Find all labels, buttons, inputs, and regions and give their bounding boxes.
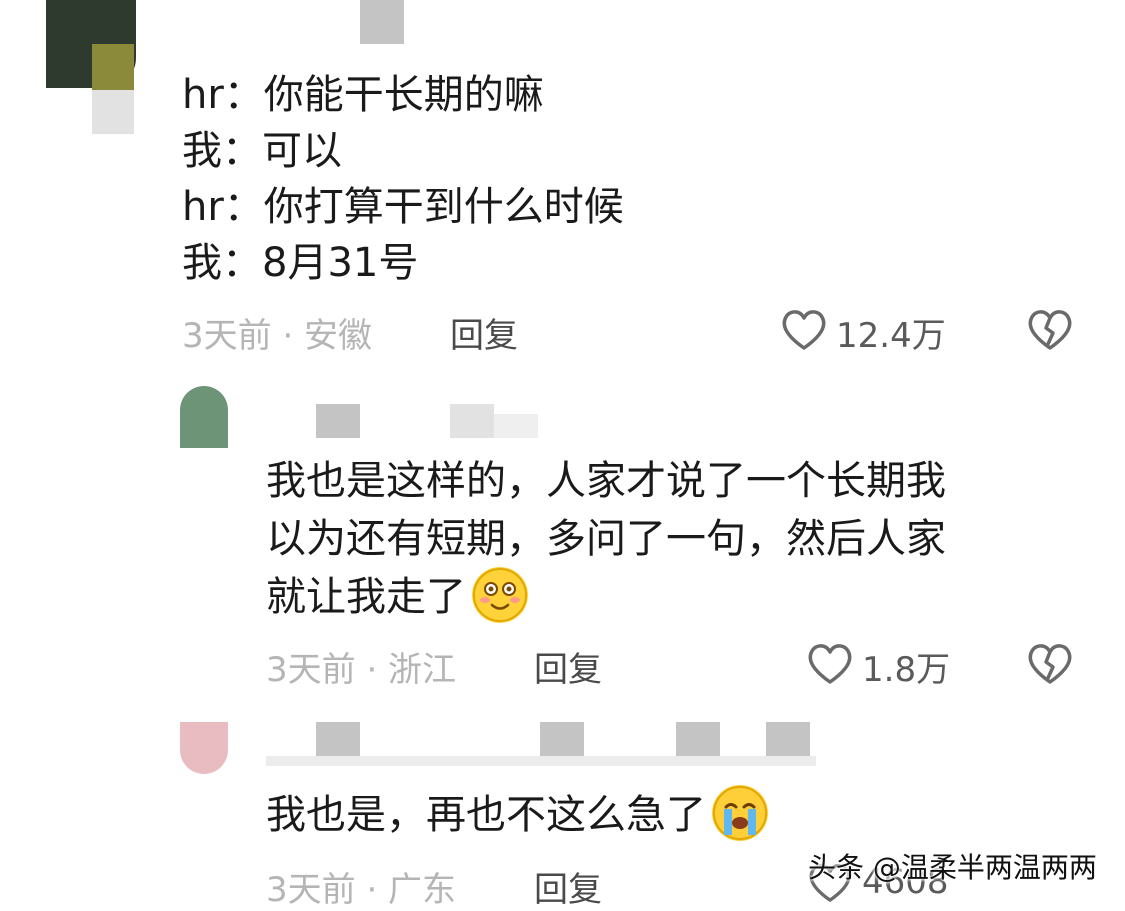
time-location: 3天前 · 浙江 bbox=[266, 650, 457, 690]
like-count: 1.8万 bbox=[862, 650, 951, 690]
watermark: 头条 @温柔半两温两两 bbox=[808, 851, 1097, 884]
username-mosaic bbox=[266, 756, 816, 766]
comment-text-line: 我也是这样的，人家才说了一个长期我 bbox=[266, 458, 946, 504]
comment-text-line: hr：你打算干到什么时候 bbox=[182, 184, 624, 230]
reply-button[interactable]: 回复 bbox=[534, 642, 602, 691]
crying-emoji bbox=[712, 785, 768, 841]
comment-text: 我也是，再也不这么急了 bbox=[266, 792, 706, 838]
reply-button[interactable]: 回复 bbox=[450, 308, 518, 357]
avatar-mosaic bbox=[92, 44, 134, 90]
comment-text-line: hr：你能干长期的嘛 bbox=[182, 72, 544, 118]
username-mosaic bbox=[360, 0, 404, 44]
username-mosaic bbox=[316, 404, 360, 438]
like-count: 12.4万 bbox=[836, 316, 946, 356]
heart-outline-icon[interactable] bbox=[780, 306, 828, 352]
heart-outline-icon[interactable] bbox=[806, 640, 854, 686]
avatar-mosaic bbox=[92, 90, 134, 134]
comment-text-line: 就让我走了 bbox=[266, 567, 528, 627]
broken-heart-icon[interactable] bbox=[1026, 306, 1074, 352]
comment-text-line: 我也是，再也不这么急了 bbox=[266, 785, 768, 845]
time-location: 3天前 · 安徽 bbox=[182, 316, 373, 356]
comment-text-line: 我：8月31号 bbox=[182, 240, 419, 286]
smile-emoji bbox=[472, 567, 528, 623]
comment-text-line: 以为还有短期，多问了一句，然后人家 bbox=[266, 516, 946, 562]
username-mosaic bbox=[494, 414, 538, 438]
avatar[interactable] bbox=[180, 722, 228, 774]
avatar[interactable] bbox=[180, 386, 228, 448]
broken-heart-icon[interactable] bbox=[1026, 640, 1074, 686]
username-mosaic bbox=[450, 404, 494, 438]
comment-text-line: 我：可以 bbox=[182, 128, 342, 174]
comment-text: 就让我走了 bbox=[266, 574, 466, 620]
